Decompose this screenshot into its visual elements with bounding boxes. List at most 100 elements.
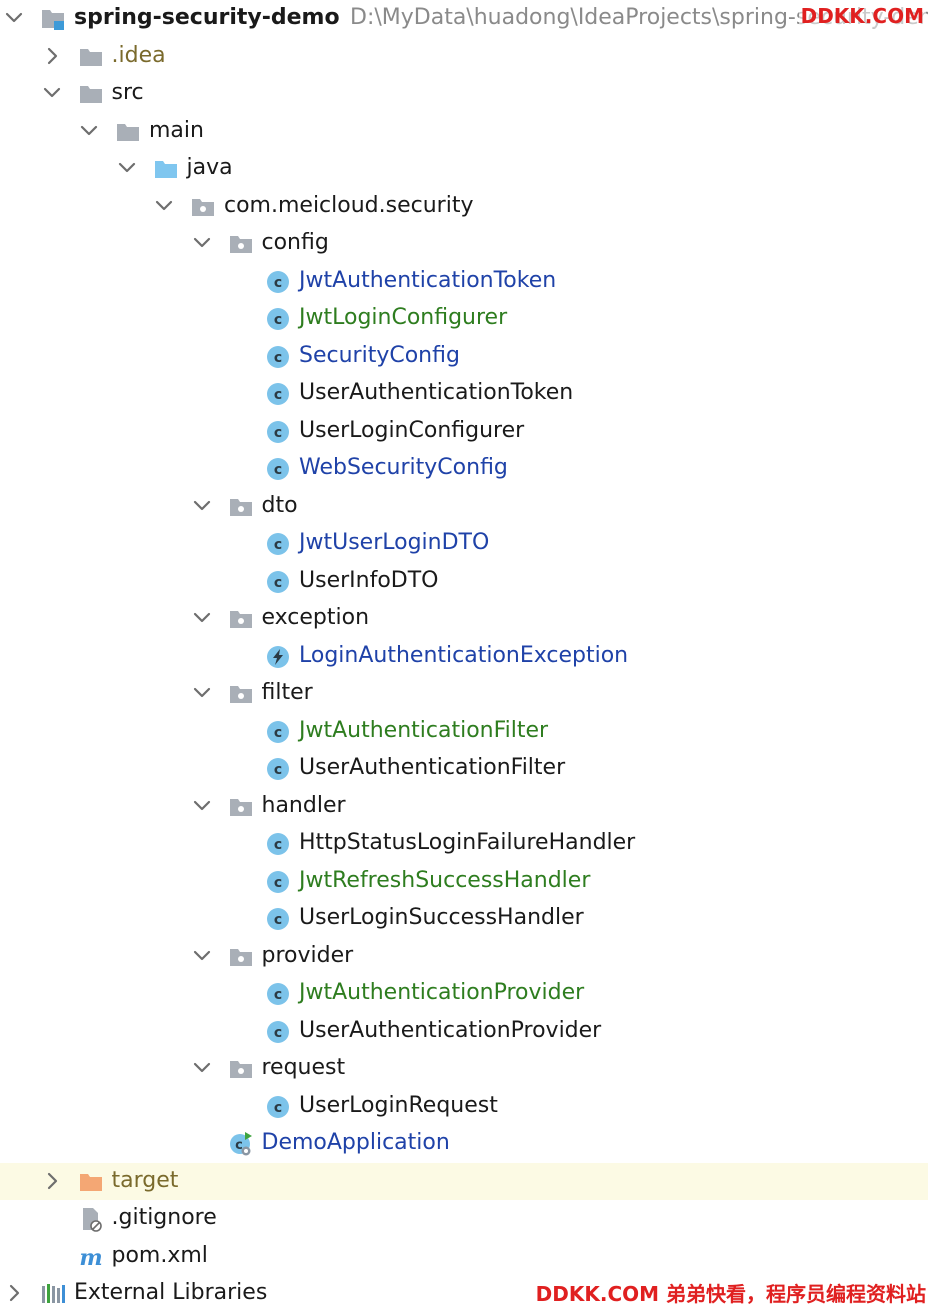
svg-text:c: c [274, 837, 282, 853]
watermark-top: DDKK.COM [799, 4, 926, 28]
tree-item-class[interactable]: cUserLoginSuccessHandler [0, 900, 928, 938]
class-icon: c [265, 1094, 291, 1120]
package-icon [228, 944, 254, 970]
class-icon: c [265, 306, 291, 332]
package-icon [228, 494, 254, 520]
ignore-file-icon [78, 1206, 104, 1232]
class-icon: c [265, 981, 291, 1007]
class-icon: c [265, 269, 291, 295]
chevron-down-icon[interactable] [4, 8, 24, 28]
chevron-down-icon[interactable] [154, 196, 174, 216]
tree-item-label: JwtLoginConfigurer [299, 302, 507, 334]
project-root[interactable]: spring-security-demoD:\MyData\huadong\Id… [0, 0, 928, 38]
package-icon [228, 1056, 254, 1082]
class-icon: c [265, 906, 291, 932]
tree-item-class[interactable]: cWebSecurityConfig [0, 450, 928, 488]
tree-item-class[interactable]: cJwtRefreshSuccessHandler [0, 863, 928, 901]
tree-item-label: UserLoginRequest [299, 1090, 498, 1122]
source-folder-icon [153, 156, 179, 182]
tree-item-class[interactable]: c UserAuthenticationProvider [0, 1013, 928, 1051]
tree-item-handler[interactable]: handler [0, 788, 928, 826]
svg-text:m: m [79, 1245, 102, 1270]
svg-text:c: c [274, 462, 282, 478]
tree-item-class[interactable]: cHttpStatusLoginFailureHandler [0, 825, 928, 863]
tree-item-label: .idea [112, 40, 166, 72]
tree-item-class[interactable]: cUserAuthenticationToken [0, 375, 928, 413]
svg-text:c: c [274, 987, 282, 1003]
tree-item-request[interactable]: request [0, 1050, 928, 1088]
tree-item-app[interactable]: c DemoApplication [0, 1125, 928, 1163]
tree-item-class[interactable]: c UserLoginRequest [0, 1088, 928, 1126]
class-icon: c [265, 756, 291, 782]
folder-icon [78, 44, 104, 70]
tree-item-label: JwtAuthenticationFilter [299, 715, 548, 747]
chevron-down-icon[interactable] [79, 121, 99, 141]
chevron-down-icon[interactable] [192, 496, 212, 516]
tree-item-dto[interactable]: dto [0, 488, 928, 526]
chevron-right-icon[interactable] [4, 1283, 24, 1303]
tree-item-class[interactable]: c JwtAuthenticationFilter [0, 713, 928, 751]
tree-item-class[interactable]: c JwtLoginConfigurer [0, 300, 928, 338]
tree-item-exception[interactable]: exception [0, 600, 928, 638]
svg-text:c: c [274, 1100, 282, 1116]
folder-icon [115, 119, 141, 145]
tree-item-label: JwtUserLoginDTO [299, 527, 489, 559]
chevron-down-icon[interactable] [117, 158, 137, 178]
class-icon: c [265, 869, 291, 895]
tree-item-idea[interactable]: .idea [0, 38, 928, 76]
tree-item-main[interactable]: main [0, 113, 928, 151]
tree-item-class[interactable]: c JwtUserLoginDTO [0, 525, 928, 563]
tree-item-label: DemoApplication [262, 1127, 450, 1159]
tree-item-target[interactable]: target [0, 1163, 928, 1201]
tree-item-label: src [112, 77, 144, 109]
tree-item-class[interactable]: LoginAuthenticationException [0, 638, 928, 676]
tree-item-class[interactable]: cUserInfoDTO [0, 563, 928, 601]
chevron-down-icon[interactable] [192, 233, 212, 253]
class-icon: c [265, 569, 291, 595]
chevron-right-icon[interactable] [42, 46, 62, 66]
tree-item-label: SecurityConfig [299, 340, 460, 372]
tree-item-label: java [187, 152, 233, 184]
chevron-down-icon[interactable] [192, 1058, 212, 1078]
tree-item-class[interactable]: cUserAuthenticationFilter [0, 750, 928, 788]
svg-text:c: c [274, 875, 282, 891]
tree-item-label: JwtAuthenticationProvider [299, 977, 584, 1009]
svg-text:c: c [274, 425, 282, 441]
tree-item-package-root[interactable]: com.meicloud.security [0, 188, 928, 226]
tree-item-filter[interactable]: filter [0, 675, 928, 713]
svg-text:c: c [274, 350, 282, 366]
tree-item-java[interactable]: java [0, 150, 928, 188]
svg-text:c: c [274, 725, 282, 741]
chevron-down-icon[interactable] [192, 946, 212, 966]
tree-item-label: UserLoginConfigurer [299, 415, 524, 447]
svg-text:c: c [274, 912, 282, 928]
tree-item-pom[interactable]: m pom.xml [0, 1238, 928, 1276]
chevron-down-icon[interactable] [42, 83, 62, 103]
spring-boot-app-icon: c [228, 1131, 254, 1157]
tree-item-src[interactable]: src [0, 75, 928, 113]
tree-item-label: dto [262, 490, 298, 522]
chevron-right-icon[interactable] [42, 1171, 62, 1191]
tree-item-class[interactable]: c JwtAuthenticationToken [0, 263, 928, 301]
class-icon: c [265, 1019, 291, 1045]
tree-item-provider[interactable]: provider [0, 938, 928, 976]
package-icon [228, 794, 254, 820]
package-icon [228, 231, 254, 257]
tree-item-config[interactable]: config [0, 225, 928, 263]
chevron-down-icon[interactable] [192, 796, 212, 816]
chevron-down-icon[interactable] [192, 683, 212, 703]
tree-item-class[interactable]: c JwtAuthenticationProvider [0, 975, 928, 1013]
tree-item-label: JwtAuthenticationToken [299, 265, 556, 297]
tree-item-label: target [112, 1165, 179, 1197]
tree-item-gitignore[interactable]: .gitignore [0, 1200, 928, 1238]
chevron-down-icon[interactable] [192, 608, 212, 628]
tree-item-label: UserAuthenticationProvider [299, 1015, 601, 1047]
class-icon: c [265, 719, 291, 745]
tree-item-label: pom.xml [112, 1240, 208, 1272]
class-icon: c [265, 531, 291, 557]
excluded-folder-icon [78, 1169, 104, 1195]
svg-text:c: c [274, 312, 282, 328]
tree-item-class[interactable]: c SecurityConfig [0, 338, 928, 376]
tree-item-class[interactable]: c UserLoginConfigurer [0, 413, 928, 451]
class-icon: c [265, 381, 291, 407]
